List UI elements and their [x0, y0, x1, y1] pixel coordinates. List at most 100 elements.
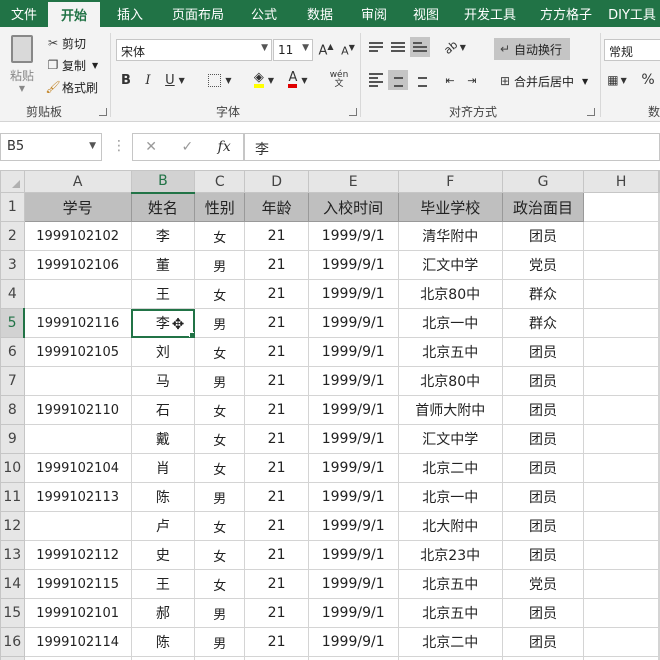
cell[interactable]: 21	[244, 395, 309, 425]
cell[interactable]	[658, 395, 660, 425]
tab-5[interactable]: 数据	[292, 0, 348, 27]
cell[interactable]	[23, 279, 132, 309]
tab-3[interactable]: 页面布局	[160, 0, 236, 27]
cell[interactable]: 1999102113	[23, 482, 132, 512]
cell[interactable]: 李	[130, 221, 196, 251]
cell[interactable]: 1999102105	[23, 337, 132, 367]
cell[interactable]	[658, 598, 660, 628]
phonetic-button[interactable]: wén 文	[324, 70, 354, 90]
cell[interactable]	[658, 511, 660, 541]
cell[interactable]: 男	[194, 250, 246, 280]
cell[interactable]: 北京一中	[397, 308, 503, 338]
cell[interactable]: 1999102102	[23, 221, 132, 251]
decrease-indent-button[interactable]: ⇤	[440, 70, 460, 90]
header-cell[interactable]: 学号	[23, 192, 132, 222]
fill-handle[interactable]	[189, 332, 194, 337]
cell[interactable]: 团员	[501, 598, 585, 628]
cell[interactable]	[583, 308, 659, 338]
tab-6[interactable]: 审阅	[348, 0, 400, 27]
cell[interactable]: 21	[244, 424, 309, 454]
cell[interactable]: 陈	[130, 627, 196, 657]
header-cell[interactable]: 入校时间	[307, 192, 399, 222]
increase-indent-button[interactable]: ⇥	[462, 70, 482, 90]
cell[interactable]: 女	[194, 221, 246, 251]
cell[interactable]	[583, 540, 659, 570]
cell[interactable]	[23, 656, 132, 660]
cell[interactable]: 1999/9/1	[307, 540, 399, 570]
cell[interactable]: 北京23中	[397, 540, 503, 570]
cancel-icon[interactable]: ✕	[145, 139, 157, 155]
row-header[interactable]: 10	[0, 453, 25, 483]
cell[interactable]: 女	[194, 395, 246, 425]
cell[interactable]	[658, 337, 660, 367]
wrap-text-button[interactable]: ↵ 自动换行	[494, 38, 570, 60]
cell[interactable]	[397, 656, 503, 660]
select-all-corner[interactable]	[0, 170, 25, 193]
cell[interactable]: 团员	[501, 221, 585, 251]
copy-button[interactable]: ❐ 复制 ▼	[44, 55, 99, 75]
column-header-F[interactable]: F	[397, 170, 503, 193]
cell[interactable]: 1999/9/1	[307, 366, 399, 396]
cell[interactable]: 石	[130, 395, 196, 425]
paste-button[interactable]: 粘贴 ▼	[4, 33, 40, 95]
row-header[interactable]: 4	[0, 279, 25, 309]
cell[interactable]: 刘	[130, 337, 196, 367]
clipboard-launcher-icon[interactable]	[99, 108, 107, 116]
cell[interactable]: 1999/9/1	[307, 250, 399, 280]
cell[interactable]	[583, 453, 659, 483]
row-header[interactable]: 1	[0, 192, 25, 222]
cell[interactable]: 北京二中	[397, 627, 503, 657]
align-left-button[interactable]	[366, 70, 386, 90]
tab-2[interactable]: 插入	[100, 0, 160, 27]
row-header[interactable]: 14	[0, 569, 25, 599]
cell[interactable]: 1999/9/1	[307, 453, 399, 483]
cell[interactable]	[307, 656, 399, 660]
align-bottom-button[interactable]	[410, 37, 430, 57]
cell[interactable]: 群众	[501, 279, 585, 309]
cell[interactable]: 首师大附中	[397, 395, 503, 425]
tab-1[interactable]: 开始	[48, 0, 100, 27]
tab-4[interactable]: 公式	[236, 0, 292, 27]
cell[interactable]: 团员	[501, 511, 585, 541]
cell[interactable]: 北京五中	[397, 337, 503, 367]
merge-center-button[interactable]: ⊞ 合并后居中 ▼	[494, 71, 588, 91]
cell[interactable]: 21	[244, 453, 309, 483]
cell[interactable]	[23, 511, 132, 541]
cell[interactable]	[658, 656, 660, 660]
cell[interactable]: 清华附中	[397, 221, 503, 251]
cell[interactable]: 北大附中	[397, 511, 503, 541]
row-header[interactable]: 12	[0, 511, 25, 541]
cell[interactable]: 团员	[501, 482, 585, 512]
cell[interactable]: 北京80中	[397, 366, 503, 396]
cell[interactable]: 1999102110	[23, 395, 132, 425]
cell[interactable]	[658, 279, 660, 309]
cell[interactable]: 男	[194, 308, 246, 338]
row-header[interactable]: 5	[0, 308, 26, 338]
formula-input[interactable]: 李	[244, 133, 660, 161]
alignment-launcher-icon[interactable]	[587, 108, 595, 116]
underline-button[interactable]: U ▼	[160, 70, 190, 90]
cell[interactable]	[583, 337, 659, 367]
align-top-button[interactable]	[366, 37, 386, 57]
cell[interactable]: 北京五中	[397, 569, 503, 599]
cell[interactable]: 1999/9/1	[307, 482, 399, 512]
cell[interactable]: 1999102104	[23, 453, 132, 483]
cell[interactable]: 女	[194, 569, 246, 599]
cell[interactable]: 戴	[130, 424, 196, 454]
cell[interactable]: 女	[194, 540, 246, 570]
align-middle-button[interactable]	[388, 37, 408, 57]
header-cell[interactable]: 姓名	[130, 192, 196, 222]
cell[interactable]: 21	[244, 482, 309, 512]
cell[interactable]: 21	[244, 511, 309, 541]
cell[interactable]: 团员	[501, 366, 585, 396]
cell[interactable]	[658, 627, 660, 657]
cell[interactable]: 北京一中	[397, 482, 503, 512]
cell[interactable]: 团员	[501, 540, 585, 570]
increase-font-button[interactable]: A▲	[316, 40, 336, 60]
cell[interactable]	[583, 221, 659, 251]
cell[interactable]: 汇文中学	[397, 250, 503, 280]
cut-button[interactable]: ✂ 剪切	[44, 33, 86, 53]
header-cell[interactable]: 政治面目	[501, 192, 585, 222]
cell[interactable]	[658, 192, 660, 222]
cell[interactable]: 北京五中	[397, 598, 503, 628]
